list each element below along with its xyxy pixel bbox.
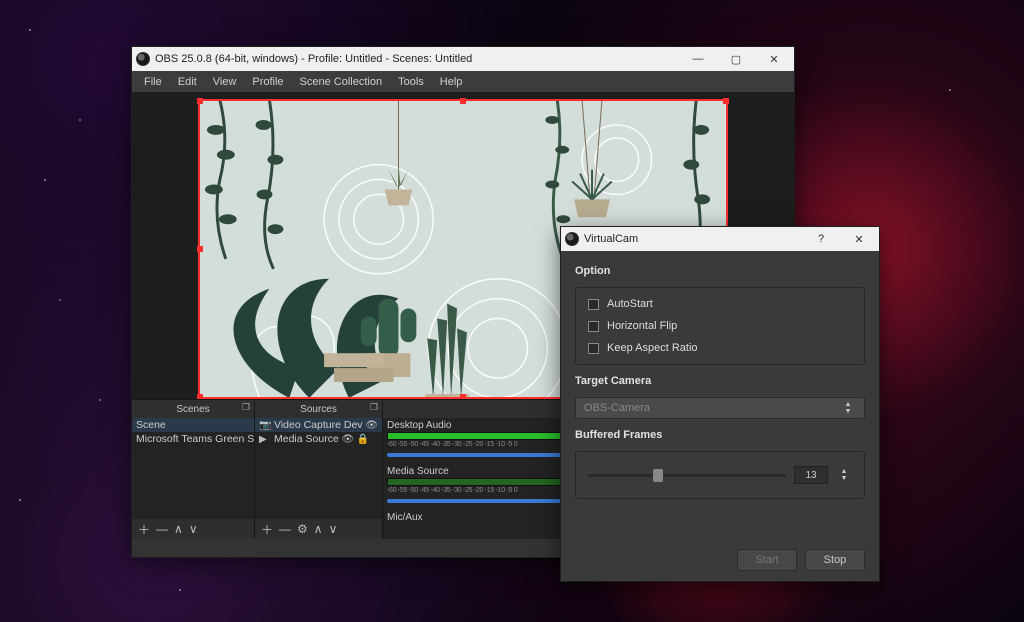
combobox-spin-icon[interactable]: ▲▼ <box>840 401 856 415</box>
visibility-icon[interactable]: 👁 <box>342 433 354 445</box>
track-label: Media Source <box>387 466 449 477</box>
combobox-value: OBS-Camera <box>584 402 650 414</box>
source-down-button[interactable]: ∨ <box>329 522 338 536</box>
scene-up-button[interactable]: ∧ <box>174 522 183 536</box>
play-icon: ▶ <box>259 434 271 445</box>
checkbox-icon <box>588 299 599 310</box>
menu-view[interactable]: View <box>205 74 245 90</box>
obs-menubar: File Edit View Profile Scene Collection … <box>132 71 794 92</box>
scenes-panel-header[interactable]: Scenes ❐ <box>132 400 254 418</box>
sources-panel-header[interactable]: Sources ❐ <box>255 400 382 418</box>
buffered-frames-group: 13 ▲▼ <box>575 451 865 499</box>
obs-logo-icon <box>565 232 579 246</box>
scenes-panel: Scenes ❐ Scene Microsoft Teams Green Scr… <box>132 400 255 539</box>
menu-tools[interactable]: Tools <box>390 74 432 90</box>
popout-icon[interactable]: ❐ <box>242 402 250 413</box>
scenes-title: Scenes <box>176 404 209 415</box>
virtualcam-dialog: VirtualCam ? ✕ Option AutoStart Horizont… <box>560 226 880 582</box>
sources-panel: Sources ❐ 📷 Video Capture Dev 👁 🔒 ▶ Medi… <box>255 400 383 539</box>
minimize-button[interactable]: — <box>686 51 710 67</box>
visibility-icon[interactable]: 👁 <box>366 419 378 431</box>
checkbox-label: Horizontal Flip <box>607 320 677 332</box>
buffered-frames-slider[interactable] <box>588 474 786 477</box>
hflip-checkbox[interactable]: Horizontal Flip <box>588 320 852 332</box>
source-item-label: Video Capture Dev <box>274 419 363 431</box>
option-group: AutoStart Horizontal Flip Keep Aspect Ra… <box>575 287 865 365</box>
obs-window-title: OBS 25.0.8 (64-bit, windows) - Profile: … <box>155 53 686 65</box>
keep-aspect-checkbox[interactable]: Keep Aspect Ratio <box>588 342 852 354</box>
stop-button[interactable]: Stop <box>805 549 865 571</box>
buffered-frames-label: Buffered Frames <box>575 429 865 441</box>
scene-item-label: Scene <box>136 419 166 431</box>
track-label: Desktop Audio <box>387 420 452 431</box>
source-up-button[interactable]: ∧ <box>314 522 323 536</box>
checkbox-icon <box>588 321 599 332</box>
maximize-button[interactable]: ▢ <box>724 51 748 67</box>
menu-scene-collection[interactable]: Scene Collection <box>292 74 391 90</box>
scene-item[interactable]: Scene <box>132 418 254 432</box>
checkbox-label: AutoStart <box>607 298 653 310</box>
target-camera-combobox[interactable]: OBS-Camera ▲▼ <box>575 397 865 419</box>
sources-title: Sources <box>300 404 337 415</box>
obs-titlebar[interactable]: OBS 25.0.8 (64-bit, windows) - Profile: … <box>132 47 794 71</box>
camera-icon: 📷 <box>259 420 271 431</box>
target-camera-label: Target Camera <box>575 375 865 387</box>
help-button[interactable]: ? <box>809 231 833 247</box>
scene-down-button[interactable]: ∨ <box>189 522 198 536</box>
menu-profile[interactable]: Profile <box>244 74 291 90</box>
menu-help[interactable]: Help <box>432 74 471 90</box>
scene-item-label: Microsoft Teams Green Screen <box>136 433 254 445</box>
close-button[interactable]: ✕ <box>847 231 871 247</box>
scene-add-button[interactable]: ＋ <box>138 521 150 538</box>
lock-icon[interactable]: 🔒 <box>381 419 382 431</box>
popout-icon[interactable]: ❐ <box>370 402 378 413</box>
menu-edit[interactable]: Edit <box>170 74 205 90</box>
source-item[interactable]: ▶ Media Source 👁 🔒 <box>255 432 382 446</box>
vcam-titlebar[interactable]: VirtualCam ? ✕ <box>561 227 879 251</box>
numeric-spin-icon[interactable]: ▲▼ <box>836 468 852 482</box>
source-remove-button[interactable]: — <box>279 522 291 536</box>
source-settings-button[interactable]: ⚙ <box>297 522 308 536</box>
start-button[interactable]: Start <box>737 549 797 571</box>
checkbox-icon <box>588 343 599 354</box>
menu-file[interactable]: File <box>136 74 170 90</box>
option-section-label: Option <box>575 265 865 277</box>
source-add-button[interactable]: ＋ <box>261 521 273 538</box>
close-button[interactable]: ✕ <box>762 51 786 67</box>
buffered-frames-value[interactable]: 13 <box>794 466 828 484</box>
source-item-label: Media Source <box>274 433 339 445</box>
scene-remove-button[interactable]: — <box>156 522 168 536</box>
track-label: Mic/Aux <box>387 512 423 523</box>
lock-icon[interactable]: 🔒 <box>357 433 369 445</box>
checkbox-label: Keep Aspect Ratio <box>607 342 698 354</box>
vcam-title: VirtualCam <box>584 233 809 245</box>
autostart-checkbox[interactable]: AutoStart <box>588 298 852 310</box>
source-item[interactable]: 📷 Video Capture Dev 👁 🔒 <box>255 418 382 432</box>
scene-item[interactable]: Microsoft Teams Green Screen <box>132 432 254 446</box>
obs-logo-icon <box>136 52 150 66</box>
